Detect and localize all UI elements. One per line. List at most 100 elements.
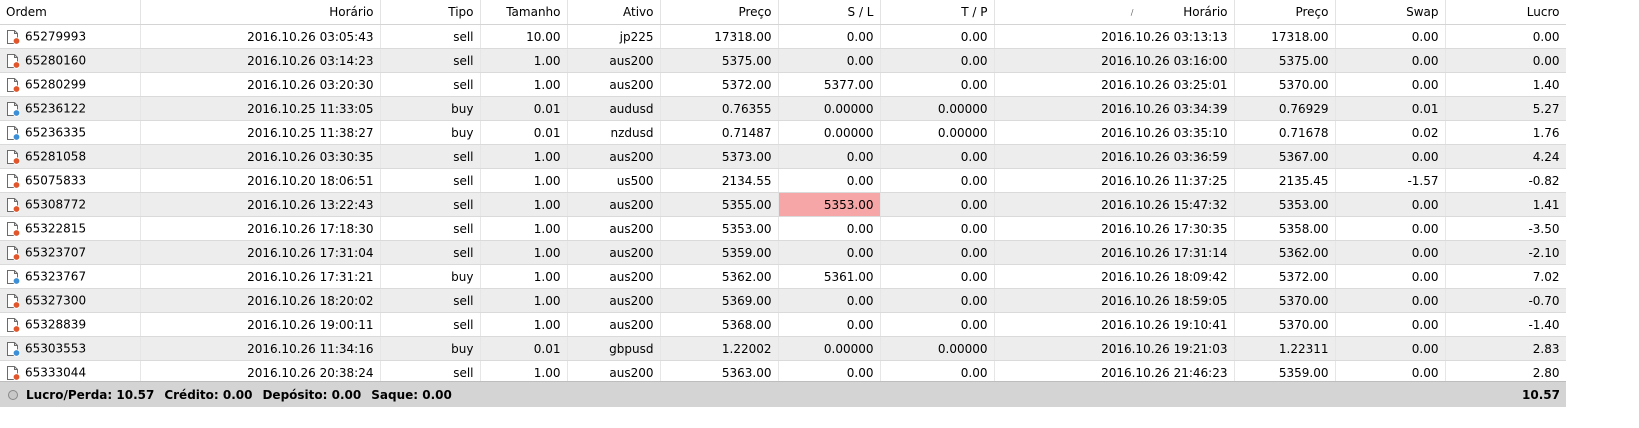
take-profit-value: 0.00 xyxy=(960,221,988,236)
profit-cell: 0.00 xyxy=(1445,48,1567,73)
volume-value: 10.00 xyxy=(526,29,561,44)
symbol-value: aus200 xyxy=(609,221,654,236)
type-value: buy xyxy=(451,125,474,140)
open-time-value: 2016.10.26 17:18:30 xyxy=(247,221,374,236)
order-id-value: 65323707 xyxy=(25,245,87,259)
open-price-cell: 0.71487 xyxy=(660,120,779,145)
open-price-cell: 5368.00 xyxy=(660,312,779,337)
profit-cell: 4.24 xyxy=(1445,144,1567,169)
col-tipo-header-label: Tipo xyxy=(448,5,474,19)
type-value: sell xyxy=(453,317,474,332)
close-time-value: 2016.10.26 19:10:41 xyxy=(1101,317,1228,332)
profit-value: 0.00 xyxy=(1532,53,1560,68)
table-row[interactable]: 65308772 2016.10.26 13:22:43 sell 1.00 aus20… xyxy=(0,192,1567,217)
col-preco-fechamento-header-label: Preço xyxy=(1295,5,1329,19)
close-price-cell: 5353.00 xyxy=(1234,192,1336,217)
col-tipo-header[interactable]: Tipo xyxy=(380,0,481,25)
close-price-cell: 17318.00 xyxy=(1234,24,1336,49)
type-value: sell xyxy=(453,53,474,68)
order-id-cell: 65075833 xyxy=(0,168,141,193)
order-id-value: 65280299 xyxy=(25,77,87,91)
take-profit-value: 0.00 xyxy=(960,173,988,188)
sell-order-icon xyxy=(7,365,21,381)
table-row[interactable]: 65281058 2016.10.26 03:30:35 sell 1.00 aus20… xyxy=(0,144,1567,169)
close-time-cell: 2016.10.26 03:35:10 xyxy=(994,120,1235,145)
stop-loss-cell: 0.00 xyxy=(778,240,881,265)
take-profit-value: 0.00 xyxy=(960,53,988,68)
take-profit-cell: 0.00 xyxy=(880,288,995,313)
open-price-value: 5362.00 xyxy=(721,269,772,284)
order-id-value: 65280160 xyxy=(25,53,87,67)
take-profit-cell: 0.00 xyxy=(880,144,995,169)
col-tp-header[interactable]: T / P xyxy=(880,0,995,25)
volume-value: 1.00 xyxy=(533,53,561,68)
stop-loss-value: 0.00000 xyxy=(823,101,874,116)
take-profit-cell: 0.00000 xyxy=(880,120,995,145)
col-lucro-header[interactable]: Lucro xyxy=(1445,0,1567,25)
col-tamanho-header[interactable]: Tamanho xyxy=(480,0,568,25)
type-cell: sell xyxy=(380,48,481,73)
col-ordem-header[interactable]: Ordem xyxy=(0,0,141,25)
col-preco-fechamento-header[interactable]: Preço xyxy=(1234,0,1336,25)
volume-cell: 1.00 xyxy=(480,312,568,337)
table-row[interactable]: 65280299 2016.10.26 03:20:30 sell 1.00 aus20… xyxy=(0,72,1567,97)
open-price-value: 5372.00 xyxy=(721,77,772,92)
table-row[interactable]: 65328839 2016.10.26 19:00:11 sell 1.00 aus20… xyxy=(0,312,1567,337)
profit-cell: 0.00 xyxy=(1445,24,1567,49)
open-time-cell: 2016.10.26 19:00:11 xyxy=(140,312,381,337)
table-row[interactable]: 65280160 2016.10.26 03:14:23 sell 1.00 aus20… xyxy=(0,48,1567,73)
col-horario-abertura-header-label: Horário xyxy=(329,5,374,19)
order-id-cell: 65323707 xyxy=(0,240,141,265)
table-row[interactable]: 65323707 2016.10.26 17:31:04 sell 1.00 aus20… xyxy=(0,240,1567,265)
close-time-value: 2016.10.26 03:35:10 xyxy=(1101,125,1228,140)
profit-loss-label: Lucro/Perda: 10.57 xyxy=(26,387,155,402)
history-table-body: 65279993 2016.10.26 03:05:43 sell 10.00 jp22… xyxy=(0,24,1567,385)
table-row[interactable]: 65236122 2016.10.25 11:33:05 buy 0.01 audusd… xyxy=(0,96,1567,121)
table-row[interactable]: 65322815 2016.10.26 17:18:30 sell 1.00 aus20… xyxy=(0,216,1567,241)
col-tp-header-label: T / P xyxy=(961,5,988,19)
close-time-cell: 2016.10.26 11:37:25 xyxy=(994,168,1235,193)
col-horario-fechamento-header-label: Horário xyxy=(1183,5,1228,19)
volume-value: 1.00 xyxy=(533,77,561,92)
profit-value: 1.41 xyxy=(1532,197,1560,212)
type-value: sell xyxy=(453,77,474,92)
symbol-value: aus200 xyxy=(609,149,654,164)
total-profit: 10.57 xyxy=(1522,387,1560,402)
open-price-cell: 17318.00 xyxy=(660,24,779,49)
order-id-value: 65279993 xyxy=(25,29,87,43)
table-row[interactable]: 65323767 2016.10.26 17:31:21 buy 1.00 aus200… xyxy=(0,264,1567,289)
swap-value: 0.01 xyxy=(1411,101,1439,116)
open-price-value: 0.71487 xyxy=(721,125,772,140)
close-time-cell: 2016.10.26 18:09:42 xyxy=(994,264,1235,289)
col-horario-fechamento-header[interactable]: Horário ∕ xyxy=(994,0,1235,25)
stop-loss-value: 5361.00 xyxy=(823,269,874,284)
open-time-cell: 2016.10.26 11:34:16 xyxy=(140,336,381,361)
table-row[interactable]: 65279993 2016.10.26 03:05:43 sell 10.00 jp22… xyxy=(0,24,1567,49)
swap-cell: 0.02 xyxy=(1335,120,1446,145)
type-value: buy xyxy=(451,101,474,116)
order-id-value: 65308772 xyxy=(25,197,87,211)
col-horario-abertura-header[interactable]: Horário xyxy=(140,0,381,25)
profit-value: -2.10 xyxy=(1528,245,1560,260)
profit-value: 4.24 xyxy=(1532,149,1560,164)
profit-cell: 1.76 xyxy=(1445,120,1567,145)
take-profit-cell: 0.00 xyxy=(880,240,995,265)
type-cell: sell xyxy=(380,192,481,217)
table-row[interactable]: 65303553 2016.10.26 11:34:16 buy 0.01 gbpusd… xyxy=(0,336,1567,361)
col-ativo-header[interactable]: Ativo xyxy=(567,0,661,25)
profit-cell: -1.40 xyxy=(1445,312,1567,337)
profit-value: 7.02 xyxy=(1532,269,1560,284)
order-id-value: 65236335 xyxy=(25,125,87,139)
open-price-value: 5368.00 xyxy=(721,317,772,332)
col-swap-header[interactable]: Swap xyxy=(1335,0,1446,25)
take-profit-cell: 0.00 xyxy=(880,72,995,97)
volume-value: 0.01 xyxy=(533,341,561,356)
volume-cell: 0.01 xyxy=(480,120,568,145)
table-row[interactable]: 65327300 2016.10.26 18:20:02 sell 1.00 aus20… xyxy=(0,288,1567,313)
open-time-cell: 2016.10.26 03:30:35 xyxy=(140,144,381,169)
col-preco-abertura-header[interactable]: Preço xyxy=(660,0,779,25)
col-sl-header[interactable]: S / L xyxy=(778,0,881,25)
table-row[interactable]: 65236335 2016.10.25 11:38:27 buy 0.01 nzdusd… xyxy=(0,120,1567,145)
table-row[interactable]: 65075833 2016.10.20 18:06:51 sell 1.00 us500… xyxy=(0,168,1567,193)
symbol-cell: aus200 xyxy=(567,144,661,169)
